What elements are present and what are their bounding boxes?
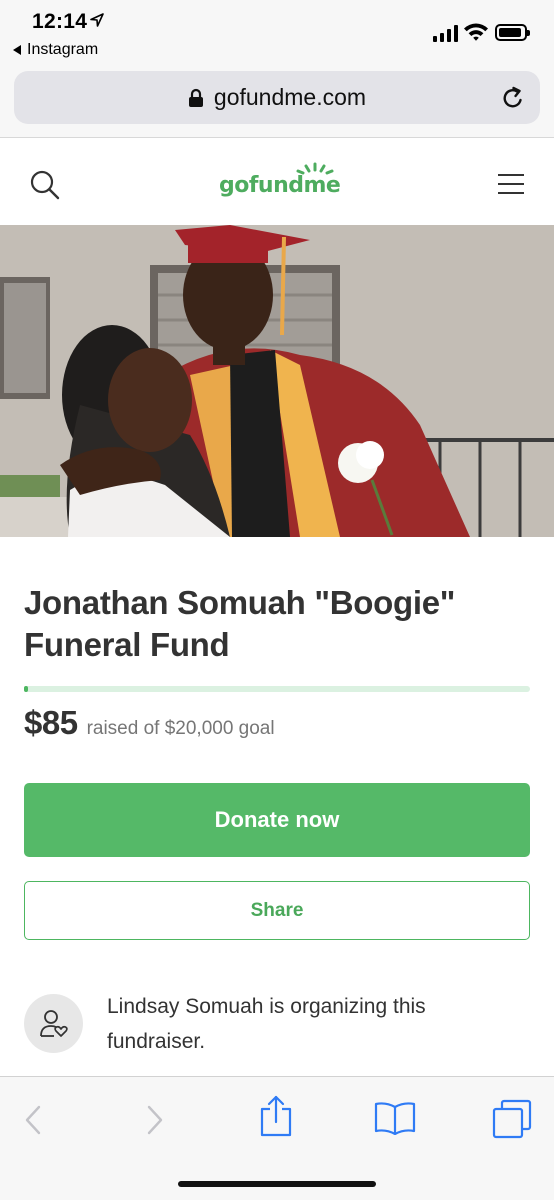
status-time: 12:14 <box>32 10 88 33</box>
back-arrow-icon[interactable] <box>24 1105 42 1135</box>
campaign-photo-graphic <box>0 225 554 537</box>
person-heart-icon <box>40 1010 68 1037</box>
organizer-text: Lindsay Somuah is organizing this fundra… <box>107 995 426 1053</box>
logo-text: gofundme <box>219 173 341 198</box>
campaign-title: Jonathan Somuah "Boogie" Funeral Fund <box>24 584 456 663</box>
cellular-signal-icon <box>433 24 458 42</box>
back-to-app-link[interactable]: Instagram <box>13 41 98 59</box>
status-bar: 12:14 Instagram <box>0 0 554 66</box>
donation-progress-fill <box>24 686 29 692</box>
browser-address-area: gofundme.com <box>0 66 554 138</box>
location-arrow-icon <box>90 13 104 27</box>
gofundme-logo[interactable]: gofundme <box>219 162 341 202</box>
back-app-label: Instagram <box>27 41 99 58</box>
lock-icon <box>188 88 203 107</box>
bookmarks-icon[interactable] <box>374 1101 416 1135</box>
reload-icon[interactable] <box>500 85 526 111</box>
goal-text: raised of $20,000 goal <box>86 718 275 739</box>
campaign-photo <box>0 225 554 537</box>
battery-icon <box>495 24 530 41</box>
address-center: gofundme.com <box>14 71 540 124</box>
hamburger-menu-icon[interactable] <box>497 173 525 195</box>
share-icon[interactable] <box>259 1095 293 1137</box>
amount-raised: $85 <box>24 704 78 741</box>
back-triangle-icon <box>13 45 21 55</box>
wifi-icon <box>464 23 488 41</box>
address-bar[interactable]: gofundme.com <box>14 71 540 124</box>
home-indicator <box>178 1181 376 1187</box>
organizer-avatar <box>24 994 83 1053</box>
amount-row: $85 raised of $20,000 goal <box>24 704 275 742</box>
share-button[interactable]: Share <box>24 881 530 940</box>
tabs-icon[interactable] <box>492 1099 532 1139</box>
site-header: gofundme <box>0 139 554 225</box>
donation-progress-bar <box>24 686 530 692</box>
url-text: gofundme.com <box>213 84 367 110</box>
search-icon[interactable] <box>29 169 61 201</box>
forward-arrow-icon[interactable] <box>146 1105 164 1135</box>
donate-now-button[interactable]: Donate now <box>24 783 530 857</box>
